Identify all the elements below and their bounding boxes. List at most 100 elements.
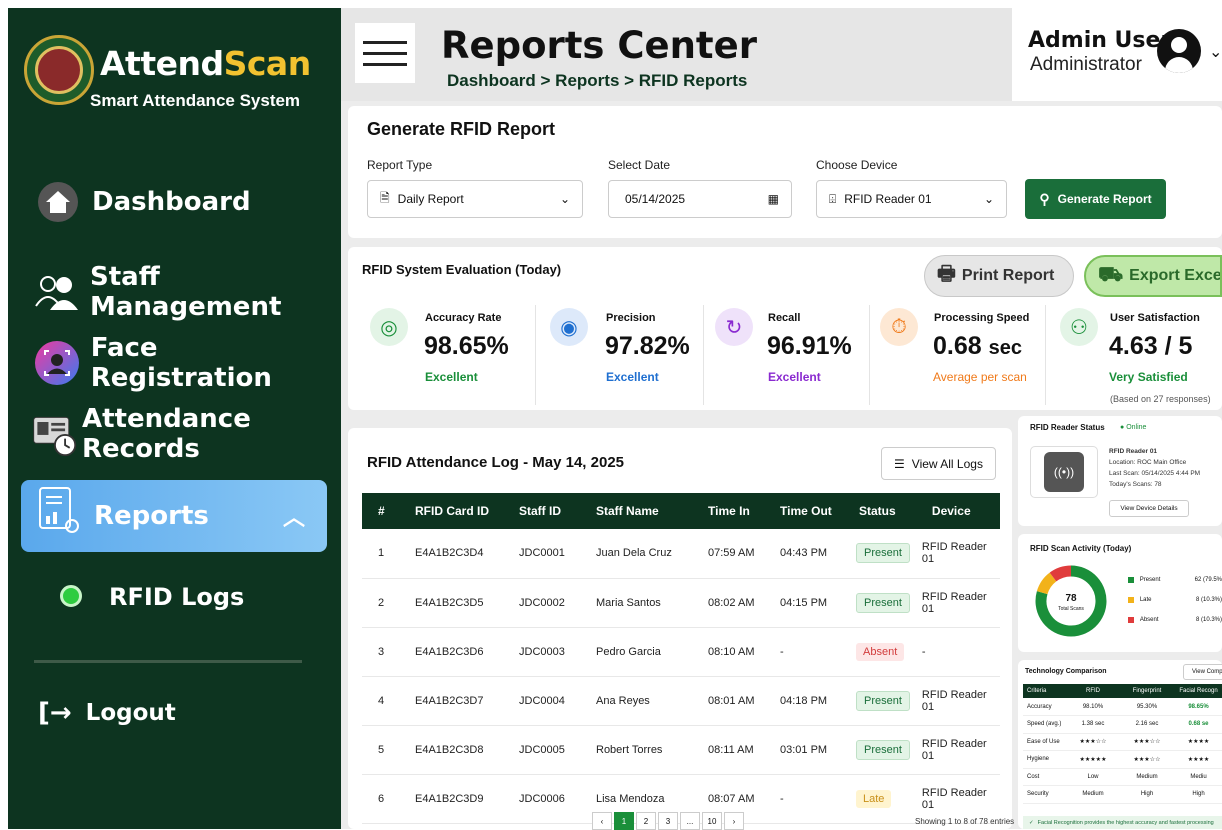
brand-tagline: Smart Attendance System — [90, 91, 301, 110]
page-button[interactable]: 10 — [702, 812, 722, 830]
page-button[interactable]: 2 — [636, 812, 656, 830]
sidebar-item-attendance-records[interactable]: Attendance Records — [30, 404, 341, 464]
sidebar-item-label: Face Registration — [90, 333, 272, 393]
table-cell: - — [764, 627, 844, 677]
status-badge: Present — [856, 739, 910, 760]
table-cell: E4A1B2C3D6 — [399, 627, 503, 677]
status-badge: Present — [856, 543, 910, 564]
report-type-select[interactable]: 🗎 Daily Report ⌄ — [367, 180, 583, 218]
sidebar: AttendScan Smart Attendance System Dashb… — [8, 8, 341, 829]
rfid-reader-icon: ⌹ — [829, 191, 837, 206]
table-cell: RFID Reader 01 — [909, 676, 1000, 726]
print-report-button[interactable]: 🖶 Print Report — [924, 255, 1074, 297]
attendance-table: # RFID Card ID Staff ID Staff Name Time … — [362, 493, 1000, 824]
tech-table: Criteria RFID Fingerprint Facial Recogn … — [1023, 684, 1222, 804]
evaluation-title: RFID System Evaluation (Today) — [362, 262, 562, 277]
sidebar-item-dashboard[interactable]: Dashboard — [34, 178, 251, 226]
calendar-icon[interactable]: ▦ — [768, 192, 779, 206]
table-cell: - — [764, 774, 844, 824]
refresh-icon: ↻ — [715, 308, 753, 346]
page-button[interactable]: ‹ — [592, 812, 612, 830]
list-icon: ☰ — [894, 456, 905, 471]
device-select[interactable]: ⌹ RFID Reader 01 ⌄ — [816, 180, 1007, 218]
activity-legend: Present 62 (79.5% Late 8 (10.3%) Absent 8 (10… — [1128, 570, 1222, 630]
date-input[interactable]: 05/14/2025 ▦ — [608, 180, 792, 218]
donut-total-label: Total Scans — [1058, 606, 1084, 612]
chevron-down-icon: ⌄ — [559, 192, 570, 206]
table-cell: 04:15 PM — [764, 578, 844, 628]
sidebar-item-staff-management[interactable]: Staff Management — [34, 262, 341, 322]
breadcrumb[interactable]: Dashboard > Reports > RFID Reports — [447, 71, 747, 91]
hamburger-menu-icon[interactable] — [355, 23, 415, 83]
table-cell: Pedro Garcia — [580, 627, 692, 677]
table-row[interactable]: 1 E4A1B2C3D4 JDC0001 Juan Dela Cruz 07:59 AM… — [362, 529, 1000, 579]
page-button[interactable]: ... — [680, 812, 700, 830]
table-cell: 04:18 PM — [764, 676, 844, 726]
sidebar-item-reports[interactable]: Reports ︿ — [21, 480, 327, 552]
donut-slice-late — [1036, 572, 1057, 595]
avatar[interactable] — [1157, 29, 1201, 73]
generate-report-button[interactable]: ⚲ Generate Report — [1025, 179, 1166, 219]
table-cell: 6 — [362, 774, 399, 824]
table-cell: RFID Reader 01 — [909, 578, 1000, 628]
reader-status-title: RFID Reader Status — [1030, 423, 1105, 432]
entries-info: Showing 1 to 8 of 78 entries — [915, 817, 1015, 826]
stopwatch-icon: ⏱ — [880, 308, 918, 346]
reader-image: ((•)) — [1030, 446, 1098, 498]
sidebar-item-label: Reports — [94, 501, 209, 531]
table-cell: Ana Reyes — [580, 676, 692, 726]
table-cell: 1 — [362, 529, 399, 579]
target-check-icon: ◎ — [370, 308, 408, 346]
table-row: Ease of Use ★★★☆☆ ★★★☆☆ ★★★★ — [1023, 733, 1222, 751]
rfid-signal-icon: ((•)) — [1044, 452, 1084, 492]
table-row[interactable]: 2 E4A1B2C3D5 JDC0002 Maria Santos 08:02 AM 04… — [362, 578, 1000, 628]
sidebar-item-face-registration[interactable]: Face Registration — [34, 333, 341, 393]
report-doc-icon — [36, 486, 84, 547]
table-cell: 2 — [362, 578, 399, 628]
tech-footer-note: ✓ Facial Recognition provides the highest… — [1023, 816, 1222, 829]
table-row[interactable]: 4 E4A1B2C3D7 JDC0004 Ana Reyes 08:01 AM 04:18… — [362, 676, 1000, 726]
chevron-down-icon[interactable]: ⌄ — [1209, 42, 1222, 62]
chevron-up-icon[interactable]: ︿ — [283, 500, 305, 532]
table-row: Cost Low Medium Mediu — [1023, 768, 1222, 786]
table-cell: RFID Reader 01 — [909, 725, 1000, 775]
logout-button[interactable]: [→ Logout — [38, 698, 176, 728]
table-row[interactable]: 5 E4A1B2C3D8 JDC0005 Robert Torres 08:11 AM 0… — [362, 725, 1000, 775]
user-menu[interactable]: Admin User Administrator ⌄ — [1012, 8, 1222, 94]
metric-precision: ◉ Precision 97.82% Excellent — [540, 292, 700, 407]
legend-swatch — [1128, 597, 1134, 603]
table-row: Hygiene ★★★★★ ★★★☆☆ ★★★★ — [1023, 750, 1222, 769]
metric-processing-speed: ⏱ Processing Speed 0.68 sec Average per … — [872, 292, 1042, 407]
table-cell: 3 — [362, 627, 399, 677]
report-type-label: Report Type — [367, 158, 433, 172]
legend-swatch — [1128, 577, 1134, 583]
header: Reports Center Dashboard > Reports > RFI… — [341, 8, 1012, 101]
page-button[interactable]: 1 — [614, 812, 634, 830]
table-cell: E4A1B2C3D7 — [399, 676, 503, 726]
view-device-details-button[interactable]: View Device Details — [1109, 500, 1189, 517]
users-icon: ⚇ — [1060, 308, 1098, 346]
logout-icon: [→ — [38, 698, 72, 728]
school-logo — [24, 35, 94, 105]
table-row[interactable]: 3 E4A1B2C3D6 JDC0003 Pedro Garcia 08:10 AM - A… — [362, 627, 1000, 677]
table-header-row: # RFID Card ID Staff ID Staff Name Time … — [362, 493, 1000, 529]
search-icon: ⚲ — [1039, 190, 1050, 207]
export-icon: ⛟ — [1098, 263, 1124, 286]
page-button[interactable]: 3 — [658, 812, 678, 830]
status-badge: Absent — [856, 642, 905, 661]
tech-title: Technology Comparison — [1025, 668, 1107, 675]
bullseye-icon: ◉ — [550, 308, 588, 346]
donut-total: 78 — [1065, 593, 1077, 604]
table-cell: E4A1B2C3D8 — [399, 725, 503, 775]
sidebar-subitem-rfid-logs[interactable]: RFID Logs — [109, 583, 244, 611]
page-button[interactable]: › — [724, 812, 744, 830]
export-excel-button[interactable]: ⛟ Export Exce — [1084, 255, 1222, 297]
sidebar-item-label: Dashboard — [92, 187, 251, 217]
page-title: Reports Center — [441, 24, 757, 67]
table-cell: E4A1B2C3D9 — [399, 774, 503, 824]
view-all-logs-button[interactable]: ☰ View All Logs — [881, 447, 996, 480]
table-cell: JDC0004 — [503, 676, 580, 726]
table-cell: RFID Reader 01 — [909, 774, 1000, 824]
view-comparison-button[interactable]: View Comp — [1183, 664, 1222, 680]
table-cell: Maria Santos — [580, 578, 692, 628]
